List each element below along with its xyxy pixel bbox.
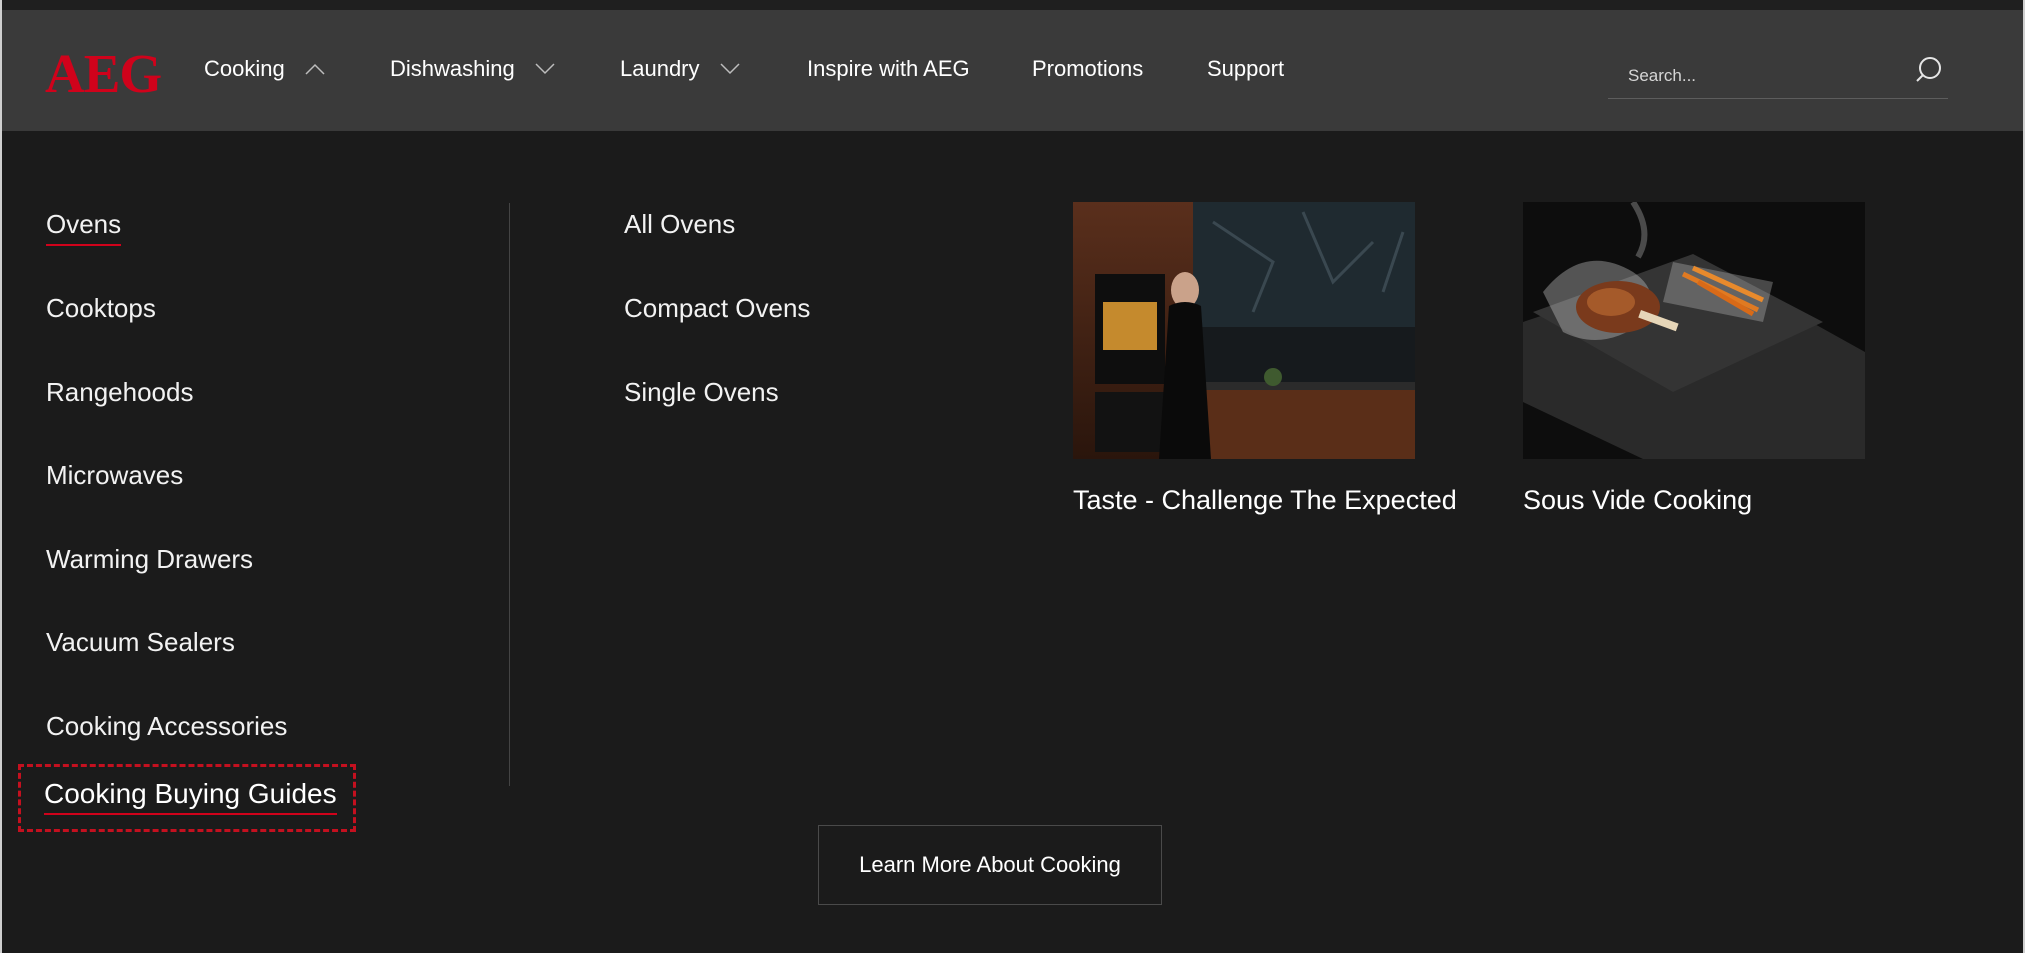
chevron-down-icon: [535, 63, 555, 75]
nav-cooking[interactable]: Cooking: [204, 56, 325, 82]
column-divider: [509, 203, 510, 786]
card-caption: Taste - Challenge The Expected: [1073, 485, 1457, 515]
category-rangehoods[interactable]: Rangehoods: [46, 377, 193, 408]
search-box: [1608, 54, 1948, 99]
category-cooktops[interactable]: Cooktops: [46, 293, 156, 324]
card-caption: Sous Vide Cooking: [1523, 485, 1753, 515]
nav-laundry[interactable]: Laundry: [620, 56, 740, 82]
aeg-logo[interactable]: AEG: [45, 46, 162, 101]
subitem-compact-ovens[interactable]: Compact Ovens: [624, 293, 810, 324]
learn-more-button[interactable]: Learn More About Cooking: [818, 825, 1162, 905]
promo-card-taste[interactable]: Taste - Challenge The Expected: [1073, 202, 1457, 516]
chevron-up-icon: [305, 63, 325, 75]
nav-cooking-label: Cooking: [204, 56, 285, 81]
subitem-all-ovens[interactable]: All Ovens: [624, 209, 735, 240]
sous-vide-steak-photo: [1523, 202, 1865, 459]
subitem-single-ovens[interactable]: Single Ovens: [624, 377, 779, 408]
category-vacuum-sealers[interactable]: Vacuum Sealers: [46, 627, 235, 658]
nav-dishwashing-label: Dishwashing: [390, 56, 515, 81]
main-navbar: AEG Cooking Dishwashing Laundry Inspire …: [2, 10, 2023, 131]
search-icon[interactable]: [1914, 54, 1948, 88]
category-warming-drawers[interactable]: Warming Drawers: [46, 544, 253, 575]
top-strip: [2, 0, 2023, 10]
nav-support[interactable]: Support: [1207, 56, 1284, 82]
page: AEG Cooking Dishwashing Laundry Inspire …: [0, 0, 2025, 953]
nav-laundry-label: Laundry: [620, 56, 700, 81]
promo-card-sous-vide[interactable]: Sous Vide Cooking: [1523, 202, 1865, 516]
chevron-down-icon: [719, 63, 740, 75]
nav-support-label: Support: [1207, 56, 1285, 81]
nav-inspire[interactable]: Inspire with AEG: [807, 56, 970, 82]
nav-dishwashing[interactable]: Dishwashing: [390, 56, 555, 82]
category-cooking-accessories[interactable]: Cooking Accessories: [46, 711, 287, 742]
nav-promotions-label: Promotions: [1032, 56, 1144, 81]
nav-inspire-label: Inspire with AEG: [807, 56, 970, 81]
search-input[interactable]: [1626, 62, 1900, 90]
kitchen-woman-photo: [1073, 202, 1415, 459]
category-ovens[interactable]: Ovens: [46, 209, 122, 246]
category-cooking-buying-guides[interactable]: Cooking Buying Guides: [44, 778, 337, 815]
category-microwaves[interactable]: Microwaves: [46, 460, 183, 491]
nav-promotions[interactable]: Promotions: [1032, 56, 1143, 82]
